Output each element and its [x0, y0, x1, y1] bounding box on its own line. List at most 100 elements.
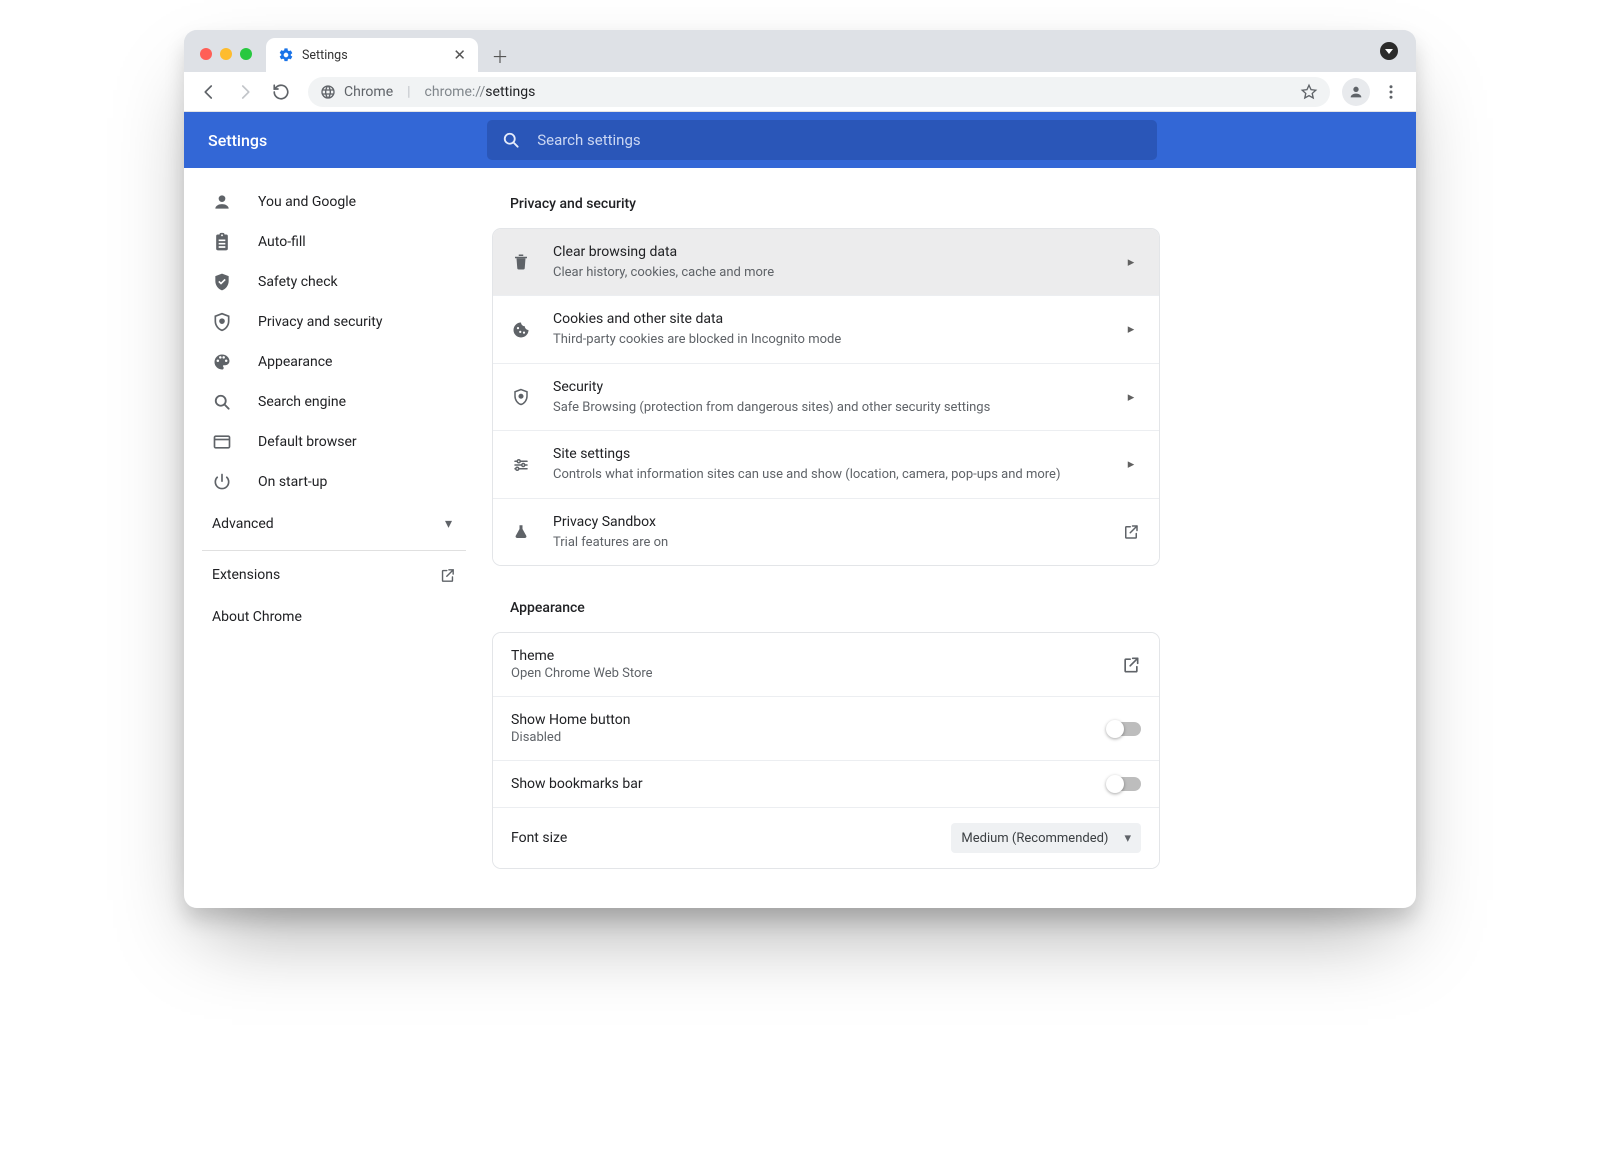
row-subtitle: Trial features are on: [553, 534, 1121, 552]
sidebar-extensions[interactable]: Extensions: [184, 553, 484, 597]
sidebar-item-appearance[interactable]: Appearance: [184, 342, 484, 382]
row-title: Site settings: [553, 445, 1121, 464]
address-bar[interactable]: Chrome | chrome://settings: [308, 77, 1330, 107]
privacy-section-title: Privacy and security: [510, 196, 1160, 212]
chevron-right-icon: ▸: [1121, 322, 1141, 337]
search-icon: [501, 130, 521, 150]
row-subtitle: Third-party cookies are blocked in Incog…: [553, 331, 1121, 349]
row-title: Show Home button: [511, 712, 1107, 728]
row-show-home-button[interactable]: Show Home button Disabled: [493, 697, 1159, 761]
row-title: Security: [553, 378, 1121, 397]
sidebar-advanced[interactable]: Advanced ▾: [184, 502, 484, 546]
settings-content: Privacy and security Clear browsing data…: [484, 168, 1416, 908]
new-tab-button[interactable]: ＋: [486, 41, 514, 69]
tab-strip: Settings ✕ ＋: [184, 30, 1416, 72]
omnibox-scheme: Chrome: [344, 84, 393, 100]
maximize-window-button[interactable]: [240, 48, 252, 60]
trash-icon: [511, 252, 531, 272]
row-title: Privacy Sandbox: [553, 513, 1121, 532]
row-show-bookmarks-bar[interactable]: Show bookmarks bar: [493, 761, 1159, 808]
browser-window: Settings ✕ ＋ Chrome | chrome://settings …: [184, 30, 1416, 908]
sidebar-item-label: On start-up: [258, 474, 327, 490]
row-site-settings[interactable]: Site settings Controls what information …: [493, 431, 1159, 498]
row-title: Theme: [511, 648, 1121, 664]
site-info-icon[interactable]: [320, 84, 336, 100]
profile-button[interactable]: [1342, 78, 1370, 106]
privacy-card: Clear browsing data Clear history, cooki…: [492, 228, 1160, 566]
settings-title: Settings: [208, 131, 267, 150]
appearance-section-title: Appearance: [510, 600, 1160, 616]
minimize-window-button[interactable]: [220, 48, 232, 60]
omnibox-separator: |: [407, 84, 410, 100]
sidebar-item-you-and-google[interactable]: You and Google: [184, 182, 484, 222]
browser-icon: [212, 432, 232, 452]
chrome-menu-button[interactable]: [1376, 77, 1406, 107]
sidebar-item-label: Search engine: [258, 394, 346, 410]
row-title: Cookies and other site data: [553, 310, 1121, 329]
appearance-card: Theme Open Chrome Web Store Show Home bu…: [492, 632, 1160, 869]
search-icon: [212, 392, 232, 412]
sidebar-item-label: Appearance: [258, 354, 332, 370]
omnibox-url: chrome://settings: [425, 84, 536, 100]
external-link-icon: [1121, 655, 1141, 675]
tab-list-button[interactable]: [1378, 40, 1400, 62]
sidebar-item-label: Default browser: [258, 434, 357, 450]
sidebar-item-label: Auto-fill: [258, 234, 306, 250]
tab-title: Settings: [302, 48, 348, 63]
row-subtitle: Safe Browsing (protection from dangerous…: [553, 399, 1121, 417]
sidebar-item-autofill[interactable]: Auto-fill: [184, 222, 484, 262]
cookie-icon: [511, 320, 531, 340]
sidebar-item-on-startup[interactable]: On start-up: [184, 462, 484, 502]
tab-settings[interactable]: Settings ✕: [266, 38, 478, 72]
font-size-dropdown[interactable]: Medium (Recommended) ▾: [951, 823, 1141, 853]
close-tab-icon[interactable]: ✕: [453, 48, 466, 63]
settings-header: Settings: [184, 112, 1416, 168]
person-icon: [212, 192, 232, 212]
external-link-icon: [1121, 523, 1141, 541]
palette-icon: [212, 352, 232, 372]
sidebar-item-safety-check[interactable]: Safety check: [184, 262, 484, 302]
row-clear-browsing-data[interactable]: Clear browsing data Clear history, cooki…: [493, 229, 1159, 296]
chevron-down-icon: ▾: [445, 516, 452, 532]
row-title: Show bookmarks bar: [511, 776, 1107, 792]
sidebar-item-label: Privacy and security: [258, 314, 382, 330]
clipboard-icon: [212, 232, 232, 252]
shield-icon: [511, 387, 531, 407]
window-controls: [194, 48, 258, 72]
bookmark-star-icon[interactable]: [1300, 83, 1318, 101]
row-subtitle: Disabled: [511, 730, 1107, 745]
row-title: Clear browsing data: [553, 243, 1121, 262]
row-security[interactable]: Security Safe Browsing (protection from …: [493, 364, 1159, 431]
row-theme[interactable]: Theme Open Chrome Web Store: [493, 633, 1159, 697]
settings-search[interactable]: [487, 120, 1157, 160]
about-label: About Chrome: [212, 609, 302, 625]
sidebar-item-privacy-security[interactable]: Privacy and security: [184, 302, 484, 342]
row-privacy-sandbox[interactable]: Privacy Sandbox Trial features are on: [493, 499, 1159, 565]
toggle-home-button[interactable]: [1107, 722, 1141, 736]
reload-button[interactable]: [266, 77, 296, 107]
close-window-button[interactable]: [200, 48, 212, 60]
chevron-right-icon: ▸: [1121, 457, 1141, 472]
sidebar-item-label: Safety check: [258, 274, 338, 290]
external-link-icon: [439, 567, 456, 584]
sidebar-divider: [202, 550, 466, 551]
sidebar-item-search-engine[interactable]: Search engine: [184, 382, 484, 422]
row-font-size: Font size Medium (Recommended) ▾: [493, 808, 1159, 868]
sidebar-about-chrome[interactable]: About Chrome: [184, 597, 484, 637]
row-subtitle: Clear history, cookies, cache and more: [553, 264, 1121, 282]
settings-search-input[interactable]: [535, 130, 1143, 150]
chevron-down-icon: ▾: [1124, 831, 1131, 846]
chevron-right-icon: ▸: [1121, 390, 1141, 405]
row-cookies[interactable]: Cookies and other site data Third-party …: [493, 296, 1159, 363]
sidebar-item-default-browser[interactable]: Default browser: [184, 422, 484, 462]
flask-icon: [511, 522, 531, 542]
chevron-right-icon: ▸: [1121, 255, 1141, 270]
dropdown-value: Medium (Recommended): [961, 831, 1108, 846]
tune-icon: [511, 455, 531, 475]
gear-icon: [278, 47, 294, 63]
shield-check-icon: [212, 272, 232, 292]
settings-sidebar: You and Google Auto-fill Safety check Pr…: [184, 168, 484, 908]
forward-button[interactable]: [230, 77, 260, 107]
back-button[interactable]: [194, 77, 224, 107]
toggle-bookmarks-bar[interactable]: [1107, 777, 1141, 791]
